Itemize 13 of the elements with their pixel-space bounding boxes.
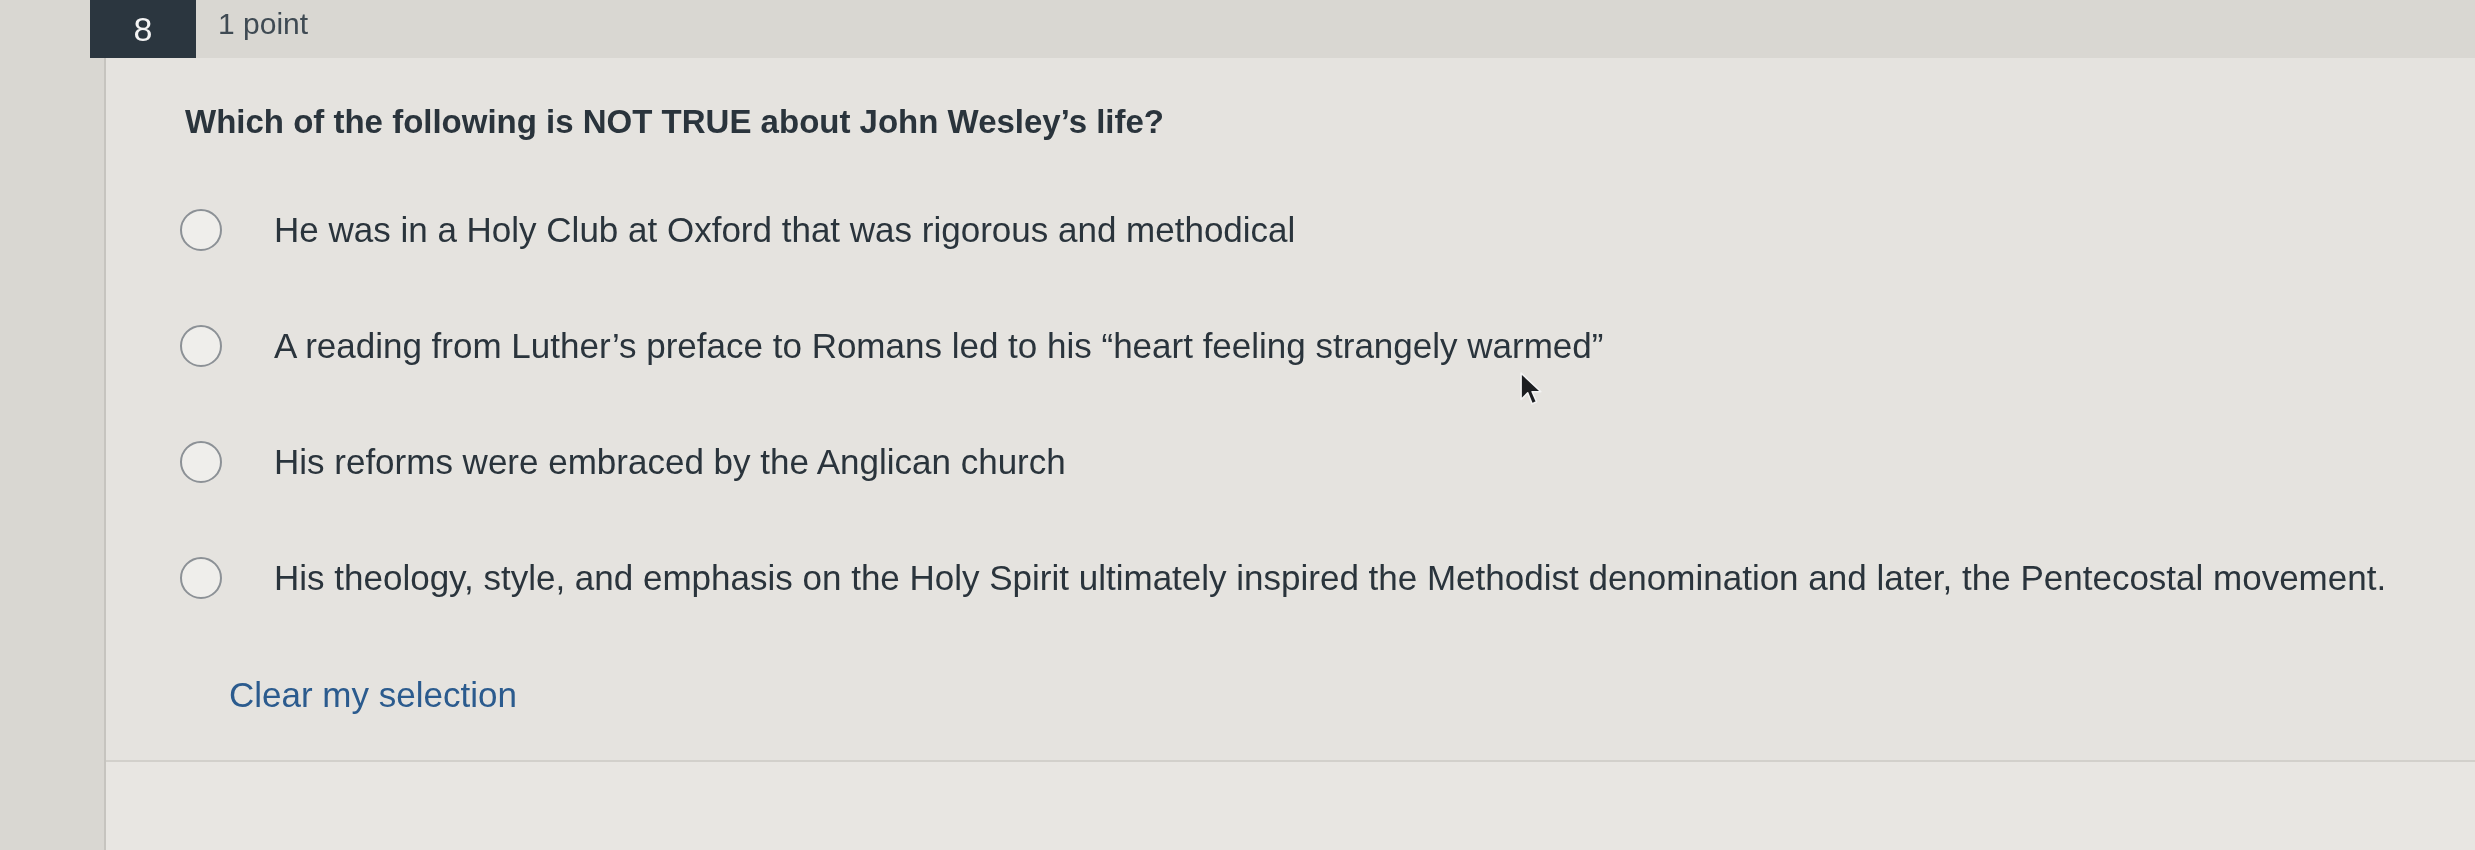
points-label: 1 point xyxy=(218,7,309,41)
mouse-pointer-icon xyxy=(1520,372,1542,405)
radio-button[interactable] xyxy=(180,441,222,483)
answer-option-label[interactable]: He was in a Holy Club at Oxford that was rigorous and methodical xyxy=(274,209,1296,251)
answer-option-label[interactable]: A reading from Luther’s preface to Romans led to his “heart feeling strangely warmed” xyxy=(274,325,1604,367)
question-number-badge: 8 xyxy=(90,0,196,58)
radio-button[interactable] xyxy=(180,557,222,599)
radio-button[interactable] xyxy=(180,209,222,251)
radio-button[interactable] xyxy=(180,325,222,367)
answer-option-label[interactable]: His theology, style, and emphasis on the Holy Spirit ultimately inspired the Methodist denomination and later, the Pentecostal movement. xyxy=(274,557,2387,599)
question-text: Which of the following is NOT TRUE about John Wesley’s life? xyxy=(185,102,1166,142)
clear-selection-link[interactable]: Clear my selection xyxy=(229,674,517,716)
answer-option-label[interactable]: His reforms were embraced by the Anglican church xyxy=(274,441,1066,483)
